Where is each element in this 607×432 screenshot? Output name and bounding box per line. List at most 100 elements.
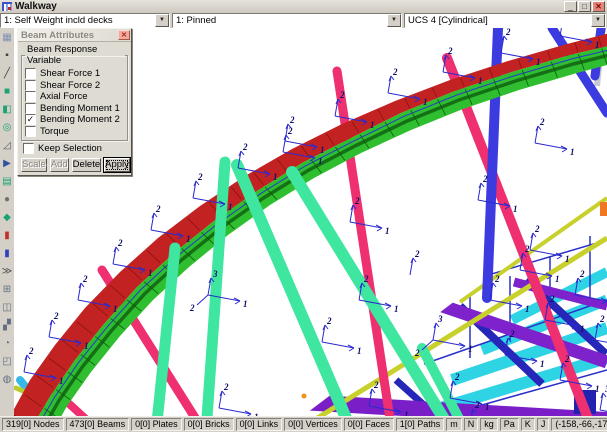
add-button: Add — [50, 158, 69, 172]
stamp-icon[interactable]: ◍ — [1, 371, 13, 389]
svg-text:2: 2 — [414, 348, 420, 358]
checkbox-shear-force-2[interactable]: Shear Force 2 — [25, 80, 125, 90]
checkbox-bending-moment-2[interactable]: ✓Bending Moment 2 — [25, 115, 125, 125]
svg-text:2: 2 — [242, 142, 248, 152]
svg-text:1: 1 — [59, 376, 64, 386]
svg-text:1: 1 — [485, 402, 490, 412]
checkbox-shear-force-1[interactable]: Shear Force 1 — [25, 69, 125, 79]
svg-text:2: 2 — [474, 400, 480, 410]
left-toolbar: ▦▪╱■◧◎◿▶▤●◆▮▮≫⊞◫▞◔◰◍ — [0, 28, 15, 417]
svg-text:1: 1 — [385, 226, 390, 236]
svg-text:2: 2 — [287, 126, 293, 136]
svg-text:2: 2 — [53, 311, 59, 321]
checkbox-box[interactable] — [25, 91, 36, 102]
status-segment: m — [446, 418, 462, 431]
checkbox-box[interactable]: ✓ — [25, 114, 36, 125]
status-segment: 1[0] Paths — [396, 418, 445, 431]
svg-text:1: 1 — [228, 202, 233, 212]
svg-text:1: 1 — [468, 344, 473, 354]
svg-text:2: 2 — [189, 303, 195, 313]
view-icon[interactable]: ◰ — [1, 353, 13, 371]
clock-icon[interactable]: ◔ — [1, 335, 13, 353]
model-viewport[interactable]: 2121212121212121212121212131221212131221… — [14, 28, 607, 417]
loadcase-combobox[interactable]: 1: Self Weight incld decks ▼ — [0, 13, 170, 28]
attribute-value: 1: Pinned — [173, 15, 387, 26]
delete-button[interactable]: Delete — [72, 158, 101, 172]
point-icon[interactable]: ▪ — [1, 47, 13, 65]
checkbox-box[interactable] — [25, 103, 36, 114]
attribute-combobox[interactable]: 1: Pinned ▼ — [172, 13, 402, 28]
mesh-icon[interactable]: ▞ — [1, 317, 13, 335]
scale-button: Scale — [21, 158, 47, 172]
checkbox-torque[interactable]: Torque — [25, 126, 125, 136]
axis-triad: 21 — [219, 382, 259, 417]
beam-attributes-dialog[interactable]: Beam Attributes ✕ Beam Response Variable… — [17, 28, 132, 176]
flag-red-icon[interactable]: ▮ — [1, 227, 13, 245]
svg-text:3: 3 — [437, 314, 443, 324]
axis-triad: 2 — [410, 249, 420, 275]
minimize-button[interactable]: _ — [564, 1, 577, 12]
checkbox-box[interactable] — [25, 80, 36, 91]
deck-grillage[interactable] — [295, 198, 607, 417]
svg-text:2: 2 — [354, 196, 360, 206]
keep-selection-checkbox[interactable]: Keep Selection — [23, 144, 128, 154]
close-button[interactable]: ✕ — [592, 1, 605, 12]
svg-text:2: 2 — [117, 238, 123, 248]
status-segment: Pa — [500, 418, 519, 431]
svg-text:2: 2 — [289, 115, 295, 125]
svg-text:2: 2 — [339, 90, 345, 100]
element-icon[interactable]: ◆ — [1, 209, 13, 227]
svg-text:1: 1 — [595, 40, 600, 50]
svg-text:2: 2 — [363, 274, 369, 284]
dialog-titlebar[interactable]: Beam Attributes ✕ — [18, 29, 131, 42]
apply-button[interactable]: Apply — [104, 158, 130, 172]
checkbox-axial-force[interactable]: Axial Force — [25, 92, 125, 102]
ucs-combobox[interactable]: UCS 4 [Cylindrical] ▼ — [404, 13, 606, 28]
import-icon[interactable]: ▶ — [1, 155, 13, 173]
beam-response-group: Beam Response Variable Shear Force 1Shea… — [21, 44, 128, 141]
frame-icon[interactable]: ◫ — [1, 299, 13, 317]
eraser-icon[interactable]: ▤ — [1, 173, 13, 191]
dialog-title: Beam Attributes — [18, 30, 118, 41]
copy-icon[interactable]: ≫ — [1, 263, 13, 281]
svg-text:2: 2 — [82, 274, 88, 284]
svg-text:3: 3 — [212, 269, 218, 279]
dialog-close-button[interactable]: ✕ — [118, 30, 130, 40]
statusbar: 319[0] Nodes473[0] Beams0[0] Plates0[0] … — [0, 416, 607, 432]
svg-text:1: 1 — [273, 172, 278, 182]
checkbox-label: Torque — [40, 126, 69, 137]
node-icon[interactable]: ● — [1, 191, 13, 209]
chevron-down-icon[interactable]: ▼ — [387, 14, 401, 27]
status-segment: 0[0] Faces — [344, 418, 394, 431]
surface-icon[interactable]: ■ — [1, 83, 13, 101]
svg-text:1: 1 — [565, 254, 570, 264]
chevron-down-icon[interactable]: ▼ — [591, 14, 605, 27]
line-icon[interactable]: ╱ — [1, 65, 13, 83]
ucs-value: UCS 4 [Cylindrical] — [405, 15, 591, 26]
table-icon[interactable]: ⊞ — [1, 281, 13, 299]
grid-icon[interactable]: ▦ — [1, 29, 13, 47]
svg-text:2: 2 — [509, 329, 515, 339]
teal-strut — [292, 172, 452, 417]
checkbox-box[interactable] — [23, 143, 34, 154]
maximize-button[interactable]: □ — [578, 1, 591, 12]
checkbox-box[interactable] — [25, 68, 36, 79]
volume-icon[interactable]: ◧ — [1, 101, 13, 119]
svg-text:2: 2 — [539, 117, 545, 127]
svg-text:2: 2 — [505, 28, 511, 37]
svg-text:1: 1 — [513, 204, 518, 214]
checkbox-box[interactable] — [25, 126, 36, 137]
svg-text:1: 1 — [357, 346, 362, 356]
svg-text:2: 2 — [392, 67, 398, 77]
chevron-down-icon[interactable]: ▼ — [155, 14, 169, 27]
checkbox-bending-moment-1[interactable]: Bending Moment 1 — [25, 103, 125, 113]
loadcase-value: 1: Self Weight incld decks — [1, 15, 155, 26]
joint-icon[interactable]: ◎ — [1, 119, 13, 137]
flag-blue-icon[interactable]: ▮ — [1, 245, 13, 263]
svg-text:2: 2 — [155, 204, 161, 214]
svg-text:1: 1 — [318, 156, 323, 166]
svg-text:1: 1 — [370, 120, 375, 130]
slideline-icon[interactable]: ◿ — [1, 137, 13, 155]
accent-member — [600, 202, 607, 216]
titlebar[interactable]: Walkway _ □ ✕ — [0, 0, 607, 14]
